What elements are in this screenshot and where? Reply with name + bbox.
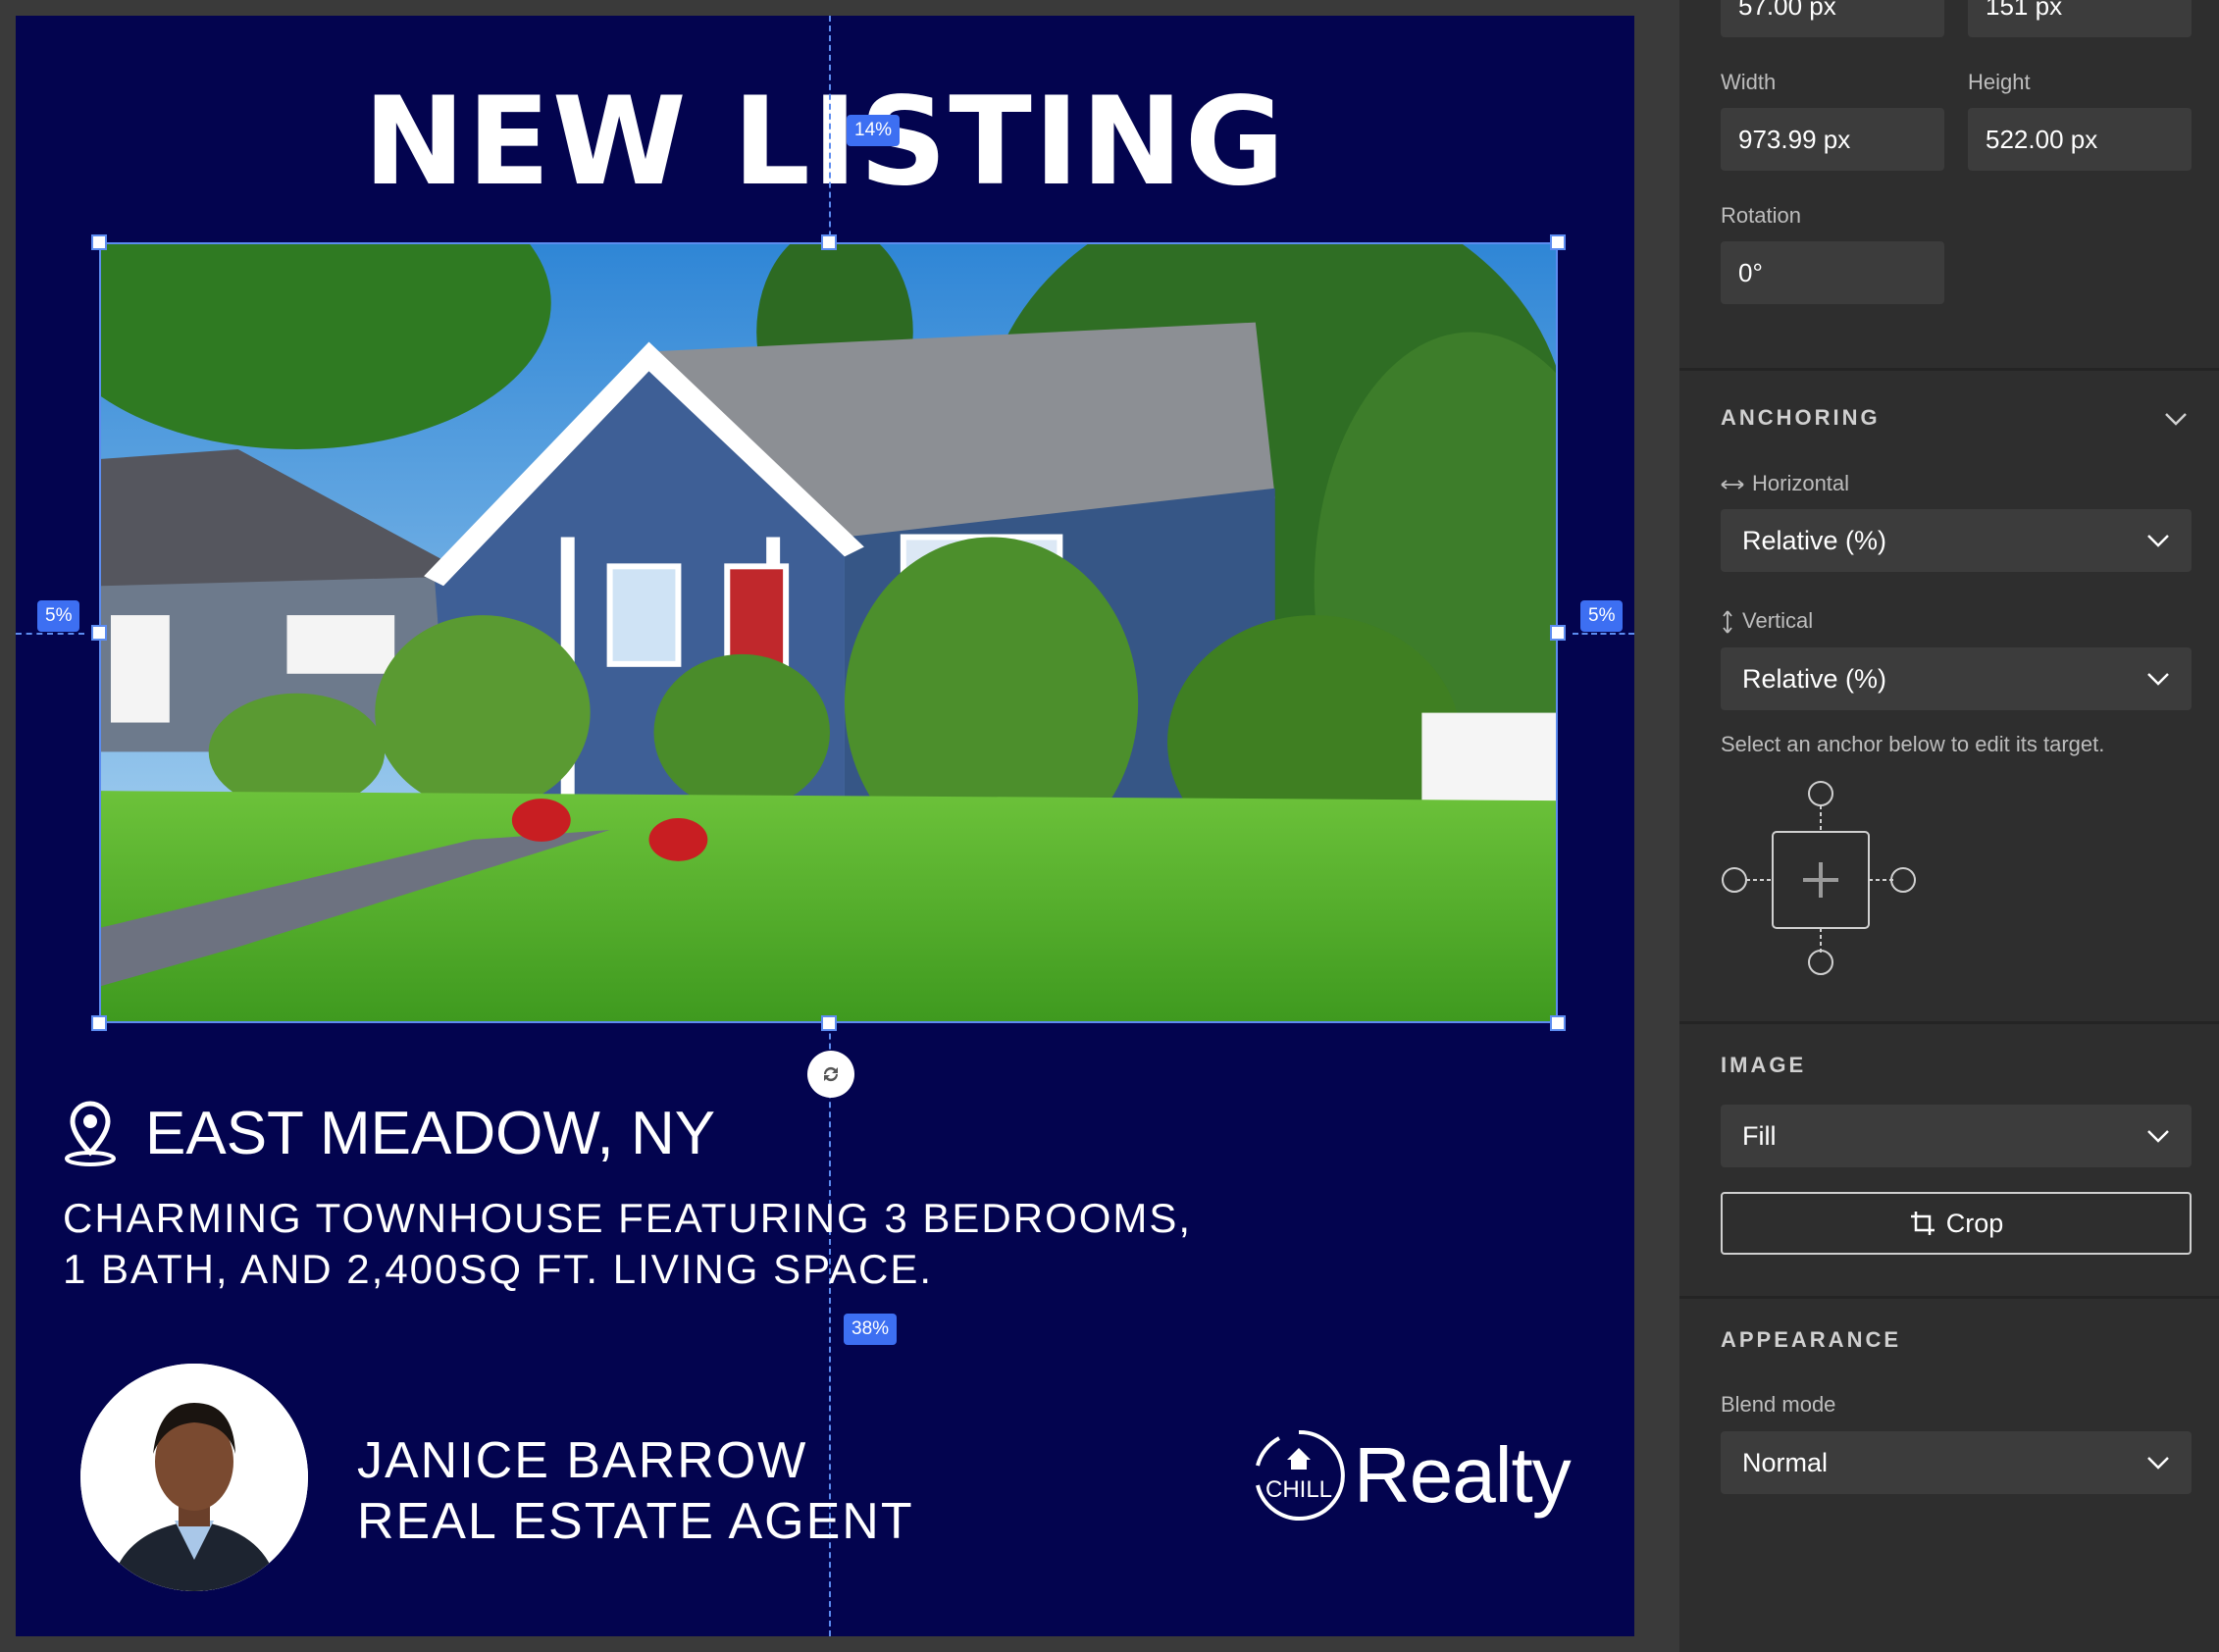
description-line-2: 1 BATH, AND 2,400SQ FT. LIVING SPACE. <box>63 1246 934 1292</box>
vertical-label: Vertical <box>1721 608 1813 634</box>
chevron-down-icon <box>2147 535 2169 547</box>
chevron-down-icon <box>2147 1457 2169 1470</box>
image-fit-select[interactable]: Fill <box>1721 1105 2192 1167</box>
divider <box>1679 1296 2219 1299</box>
vertical-anchor-select[interactable]: Relative (%) <box>1721 647 2192 710</box>
horizontal-anchor-value: Relative (%) <box>1742 525 1887 555</box>
horizontal-anchor-select[interactable]: Relative (%) <box>1721 509 2192 572</box>
house-photo-selected[interactable] <box>99 242 1558 1023</box>
anchor-top[interactable] <box>1808 781 1833 806</box>
headline-text[interactable]: NEW LISTING <box>16 69 1634 216</box>
resize-handle-bottom-left[interactable] <box>91 1015 107 1031</box>
anchoring-section-title: ANCHORING <box>1721 405 1881 430</box>
top-distance-badge: 14% <box>847 115 901 146</box>
anchor-left[interactable] <box>1722 867 1747 893</box>
height-field[interactable]: 522.00 px <box>1968 108 2192 171</box>
chevron-down-icon[interactable] <box>2164 412 2188 426</box>
height-label: Height <box>1968 70 2031 94</box>
anchor-hint: Select an anchor below to edit its targe… <box>1721 732 2105 756</box>
blend-mode-label: Blend mode <box>1721 1392 1836 1417</box>
x-position-field[interactable]: 57.00 px <box>1721 0 1944 37</box>
agent-title: REAL ESTATE AGENT <box>357 1493 914 1550</box>
rotate-icon <box>823 1066 839 1082</box>
agent-photo <box>80 1364 308 1591</box>
vertical-label-text: Vertical <box>1742 608 1814 633</box>
left-distance-badge: 5% <box>37 600 80 632</box>
location-pin-icon <box>65 1101 116 1166</box>
chevron-down-icon <box>2147 1130 2169 1143</box>
width-label: Width <box>1721 70 1777 94</box>
horizontal-label: Horizontal <box>1721 471 1849 496</box>
blend-mode-value: Normal <box>1742 1447 1829 1477</box>
listing-description[interactable]: CHARMING TOWNHOUSE FEATURING 3 BEDROOMS,… <box>63 1193 1192 1295</box>
appearance-section-title: APPEARANCE <box>1721 1327 1902 1352</box>
resize-handle-left[interactable] <box>91 625 107 641</box>
resize-handle-bottom-right[interactable] <box>1550 1015 1566 1031</box>
house-photo-image <box>101 244 1556 1021</box>
vertical-arrows-icon <box>1723 610 1732 634</box>
resize-handle-top-right[interactable] <box>1550 234 1566 250</box>
divider <box>1679 1021 2219 1024</box>
rotation-label: Rotation <box>1721 203 1801 228</box>
logo-badge-text: CHILL <box>1265 1476 1332 1503</box>
horizontal-arrows-icon <box>1721 480 1744 490</box>
agent-name: JANICE BARROW <box>357 1432 808 1489</box>
anchor-picker[interactable] <box>1721 780 1917 976</box>
resize-handle-top-left[interactable] <box>91 234 107 250</box>
poster-artboard[interactable]: NEW LISTING 14% 5% 5% 38% EAST MEADOW, N… <box>16 16 1634 1636</box>
y-position-field[interactable]: 151 px <box>1968 0 2192 37</box>
canvas-area[interactable]: NEW LISTING 14% 5% 5% 38% EAST MEADOW, N… <box>0 0 1679 1652</box>
anchor-right[interactable] <box>1890 867 1916 893</box>
crop-button[interactable]: Crop <box>1721 1192 2192 1255</box>
right-distance-badge: 5% <box>1580 600 1624 632</box>
crop-icon <box>1910 1212 1935 1235</box>
chevron-down-icon <box>2147 673 2169 686</box>
rotation-field[interactable]: 0° <box>1721 241 1944 304</box>
location-city: EAST MEADOW, NY <box>145 1100 716 1167</box>
rotate-handle[interactable] <box>807 1051 854 1098</box>
house-icon <box>1287 1448 1311 1470</box>
width-field[interactable]: 973.99 px <box>1721 108 1944 171</box>
properties-panel: 57.00 px 151 px Width Height 973.99 px 5… <box>1679 0 2219 1652</box>
agent-info[interactable]: JANICE BARROW REAL ESTATE AGENT <box>357 1430 914 1552</box>
blend-mode-select[interactable]: Normal <box>1721 1431 2192 1494</box>
guide-right <box>1573 633 1634 635</box>
agent-avatar[interactable] <box>80 1364 308 1591</box>
bottom-distance-badge: 38% <box>844 1314 898 1345</box>
logo-badge: CHILL <box>1256 1429 1345 1521</box>
horizontal-label-text: Horizontal <box>1752 471 1850 495</box>
description-line-1: CHARMING TOWNHOUSE FEATURING 3 BEDROOMS, <box>63 1195 1193 1241</box>
resize-handle-bottom[interactable] <box>821 1015 837 1031</box>
resize-handle-top[interactable] <box>821 234 837 250</box>
logo-wordmark: Realty <box>1354 1431 1572 1519</box>
vertical-anchor-value: Relative (%) <box>1742 663 1887 694</box>
image-section-title: IMAGE <box>1721 1053 1807 1077</box>
divider <box>1679 368 2219 371</box>
location-row[interactable]: EAST MEADOW, NY <box>63 1095 715 1173</box>
anchor-bottom[interactable] <box>1808 950 1833 975</box>
crop-label: Crop <box>1945 1208 2004 1238</box>
resize-handle-right[interactable] <box>1550 625 1566 641</box>
guide-left <box>16 633 84 635</box>
image-fit-value: Fill <box>1742 1120 1777 1151</box>
realty-logo[interactable]: CHILL Realty <box>1250 1426 1572 1524</box>
